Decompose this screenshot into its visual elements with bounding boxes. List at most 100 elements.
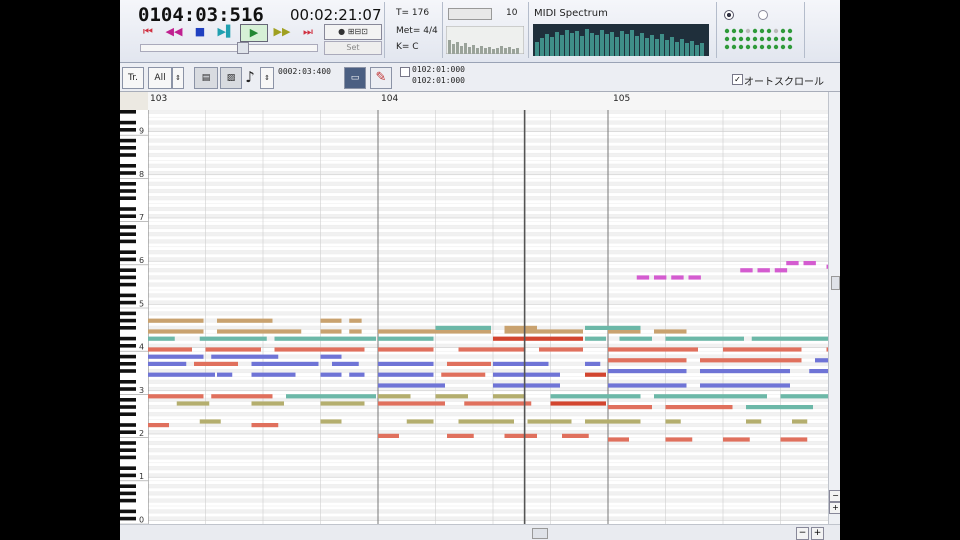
note[interactable] bbox=[809, 369, 828, 374]
note[interactable] bbox=[148, 318, 204, 323]
note-canvas[interactable] bbox=[148, 110, 828, 524]
port-b-radio[interactable] bbox=[758, 10, 768, 20]
black-key[interactable] bbox=[120, 484, 136, 488]
note[interactable] bbox=[148, 361, 187, 366]
black-key[interactable] bbox=[120, 311, 136, 316]
note[interactable] bbox=[458, 347, 526, 352]
note[interactable] bbox=[815, 358, 828, 363]
note[interactable] bbox=[700, 369, 790, 374]
note[interactable] bbox=[608, 405, 652, 410]
black-key[interactable] bbox=[120, 441, 136, 445]
note[interactable] bbox=[608, 437, 629, 442]
note[interactable] bbox=[349, 329, 362, 334]
note[interactable] bbox=[562, 433, 589, 438]
note[interactable] bbox=[493, 361, 549, 366]
black-key[interactable] bbox=[120, 164, 136, 168]
black-key[interactable] bbox=[120, 232, 136, 236]
black-key[interactable] bbox=[120, 362, 136, 366]
note[interactable] bbox=[654, 394, 767, 399]
black-key[interactable] bbox=[120, 491, 136, 496]
black-key[interactable] bbox=[120, 110, 136, 114]
note[interactable] bbox=[199, 336, 267, 341]
note[interactable] bbox=[665, 336, 745, 341]
snap-tool-icon[interactable]: ▤ bbox=[194, 67, 218, 89]
note[interactable] bbox=[723, 347, 802, 352]
note[interactable] bbox=[723, 437, 750, 442]
h-zoom-in-icon[interactable]: + bbox=[811, 527, 824, 540]
note[interactable] bbox=[585, 361, 601, 366]
note[interactable] bbox=[608, 383, 687, 388]
note[interactable] bbox=[671, 275, 684, 280]
rewind-icon[interactable]: ◀◀ bbox=[164, 24, 184, 40]
black-key[interactable] bbox=[120, 268, 136, 272]
piano-roll-grid[interactable] bbox=[148, 110, 828, 524]
black-key[interactable] bbox=[120, 207, 136, 211]
channel-spin-icon[interactable]: ⇕ bbox=[172, 67, 184, 89]
note[interactable] bbox=[786, 261, 799, 266]
black-key[interactable] bbox=[120, 146, 136, 150]
tempo-display[interactable]: T= 176 bbox=[396, 8, 429, 18]
black-key[interactable] bbox=[120, 225, 136, 229]
note[interactable] bbox=[792, 419, 808, 424]
note-length-icon[interactable]: ♪ bbox=[244, 67, 256, 87]
note[interactable] bbox=[636, 275, 650, 280]
note[interactable] bbox=[148, 372, 215, 377]
level-slider[interactable] bbox=[448, 8, 492, 20]
black-key[interactable] bbox=[120, 405, 136, 409]
note[interactable] bbox=[251, 401, 285, 406]
note[interactable] bbox=[608, 347, 698, 352]
note[interactable] bbox=[447, 433, 474, 438]
note[interactable] bbox=[378, 372, 434, 377]
black-key[interactable] bbox=[120, 423, 136, 427]
black-key[interactable] bbox=[120, 239, 136, 244]
note[interactable] bbox=[378, 361, 434, 366]
note[interactable] bbox=[464, 401, 532, 406]
set-button[interactable]: Set bbox=[324, 41, 382, 55]
note[interactable] bbox=[406, 419, 434, 424]
note[interactable] bbox=[148, 354, 204, 359]
zoom-out-icon[interactable]: − bbox=[829, 490, 840, 502]
note[interactable] bbox=[688, 275, 701, 280]
note[interactable] bbox=[654, 329, 687, 334]
black-key[interactable] bbox=[120, 354, 136, 359]
note[interactable] bbox=[608, 358, 687, 363]
note[interactable] bbox=[774, 268, 788, 273]
note[interactable] bbox=[435, 394, 469, 399]
pen-tool-icon[interactable]: ✎ bbox=[370, 67, 392, 89]
note[interactable] bbox=[619, 336, 653, 341]
black-key[interactable] bbox=[120, 214, 136, 218]
note[interactable] bbox=[608, 369, 687, 374]
note[interactable] bbox=[700, 383, 790, 388]
note[interactable] bbox=[349, 318, 362, 323]
note[interactable] bbox=[251, 372, 296, 377]
note[interactable] bbox=[803, 261, 816, 266]
note[interactable] bbox=[148, 423, 169, 428]
note[interactable] bbox=[700, 358, 802, 363]
black-key[interactable] bbox=[120, 509, 136, 514]
note[interactable] bbox=[493, 383, 560, 388]
black-key[interactable] bbox=[120, 153, 136, 157]
note[interactable] bbox=[274, 347, 365, 352]
note[interactable] bbox=[320, 329, 342, 334]
note[interactable] bbox=[493, 372, 560, 377]
note[interactable] bbox=[286, 394, 376, 399]
stop-icon[interactable]: ■ bbox=[190, 24, 210, 40]
note[interactable] bbox=[493, 394, 526, 399]
black-key[interactable] bbox=[120, 196, 136, 200]
forward-icon[interactable]: ▶▶ bbox=[272, 24, 292, 40]
note[interactable] bbox=[550, 394, 641, 399]
black-key[interactable] bbox=[120, 448, 136, 452]
note[interactable] bbox=[194, 361, 238, 366]
black-key[interactable] bbox=[120, 250, 136, 254]
note[interactable] bbox=[746, 419, 762, 424]
note[interactable] bbox=[493, 336, 583, 341]
black-key[interactable] bbox=[120, 182, 136, 186]
note[interactable] bbox=[274, 336, 377, 341]
note[interactable] bbox=[217, 329, 302, 334]
piano-keyboard[interactable]: 9 8 7 6 5 4 3 2 1 0 bbox=[120, 110, 149, 524]
track-selector[interactable]: Tr. bbox=[122, 67, 144, 89]
note[interactable] bbox=[378, 347, 434, 352]
note[interactable] bbox=[148, 347, 192, 352]
black-key[interactable] bbox=[120, 138, 136, 143]
step-icon[interactable]: ▶▌ bbox=[216, 24, 236, 40]
